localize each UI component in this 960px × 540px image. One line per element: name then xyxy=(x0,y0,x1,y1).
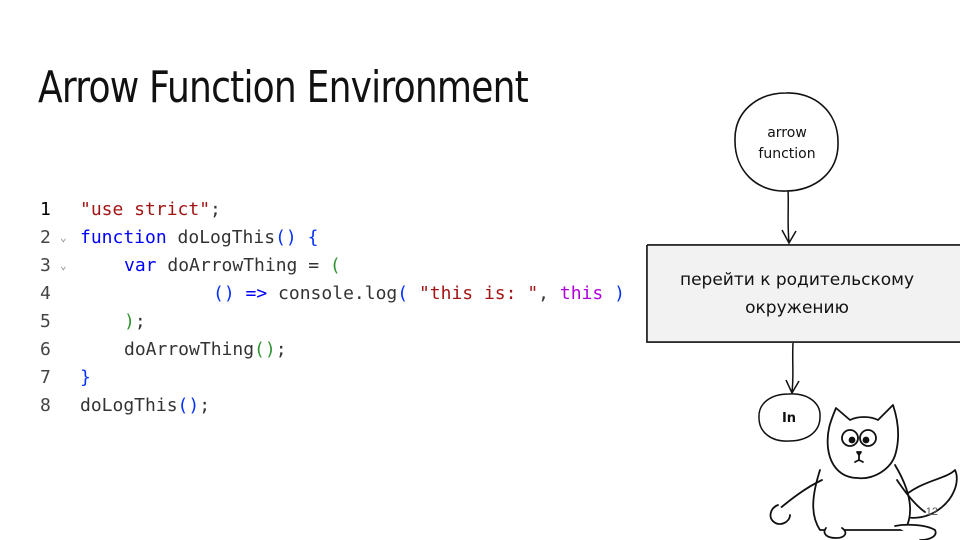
flow-arrow-2 xyxy=(785,342,800,395)
flow-arrow-1 xyxy=(781,190,797,245)
process-label-1: перейти к родительскому xyxy=(680,270,914,290)
process-box: перейти к родительскому окружению xyxy=(646,244,960,343)
start-node-label-2: function xyxy=(758,146,815,162)
process-label-2: окружению xyxy=(745,298,849,318)
page-number: 12 xyxy=(925,506,938,518)
start-node: arrow function xyxy=(734,92,839,192)
start-node-label-1: arrow xyxy=(767,125,807,141)
end-node: In xyxy=(758,393,821,442)
end-node-label: In xyxy=(782,411,796,426)
flow-diagram: arrow function перейти к родительскому о… xyxy=(646,92,960,540)
